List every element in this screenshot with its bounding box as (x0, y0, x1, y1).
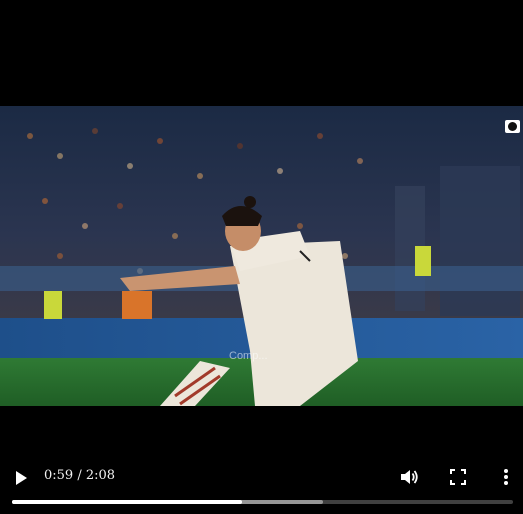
time-display: 0:59 / 2:08 (44, 468, 115, 483)
fullscreen-button[interactable] (447, 466, 469, 488)
play-button[interactable] (11, 468, 31, 488)
volume-icon (401, 470, 418, 484)
more-options-button[interactable] (495, 466, 517, 488)
video-watermark: Comp... (229, 350, 268, 362)
fullscreen-icon (450, 469, 466, 485)
played-bar (12, 500, 242, 504)
video-frame[interactable]: Comp... (0, 106, 523, 406)
more-options-icon (504, 469, 508, 485)
volume-button[interactable] (398, 466, 420, 488)
play-icon (16, 471, 27, 485)
video-player[interactable]: Comp... 0:59 / 2:08 (0, 0, 523, 514)
time-separator: / (77, 468, 82, 483)
corner-badge-icon (505, 120, 520, 133)
duration: 2:08 (85, 468, 116, 483)
current-time: 0:59 (44, 468, 74, 483)
progress-bar[interactable] (12, 500, 513, 504)
controls-bar: 0:59 / 2:08 (0, 456, 523, 514)
